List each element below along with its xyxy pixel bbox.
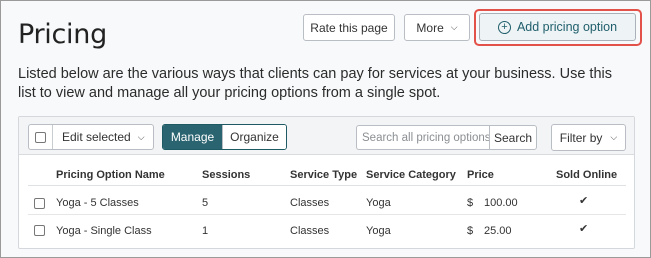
rate-page-label: Rate this page [310, 20, 388, 35]
row-currency: $ [467, 225, 474, 237]
row-service-type: Classes [290, 197, 330, 209]
row-name[interactable]: Yoga - Single Class [56, 225, 152, 237]
row-checkbox[interactable] [34, 198, 45, 209]
row-service-category: Yoga [366, 225, 391, 237]
checkmark-icon: ✔ [579, 223, 589, 235]
view-toggle: Manage Organize [162, 124, 287, 150]
column-header-service-category[interactable]: Service Category [366, 169, 456, 181]
page-frame: Pricing Rate this page More ⌵ + Add pric… [0, 0, 651, 258]
add-pricing-option-button[interactable]: + Add pricing option [479, 13, 636, 41]
row-price: 25.00 [484, 225, 512, 237]
chevron-down-icon: ⌵ [610, 132, 618, 142]
row-sessions: 5 [202, 197, 209, 209]
row-service-category: Yoga [366, 197, 391, 209]
chevron-down-icon: ⌵ [137, 131, 145, 142]
page-description: Listed below are the various ways that c… [18, 66, 612, 101]
more-label: More [416, 20, 444, 35]
chevron-down-icon: ⌵ [450, 22, 458, 32]
plus-circle-icon: + [497, 20, 511, 34]
select-all-cell[interactable] [29, 125, 53, 149]
rate-page-button[interactable]: Rate this page [303, 14, 395, 41]
filter-by-label: Filter by [559, 130, 603, 145]
row-currency: $ [467, 197, 474, 209]
header-divider [28, 185, 626, 186]
row-divider [28, 214, 626, 215]
checkmark-icon: ✔ [579, 195, 589, 207]
table-toolbar: Edit selected ⌵ Manage Organize Search F… [19, 117, 634, 155]
column-header-service-type[interactable]: Service Type [290, 169, 357, 181]
column-header-sold-online[interactable]: Sold Online [556, 169, 617, 181]
pricing-options-panel: Edit selected ⌵ Manage Organize Search F… [18, 116, 635, 249]
manage-tab[interactable]: Manage [163, 125, 222, 149]
column-header-name[interactable]: Pricing Option Name [56, 169, 165, 181]
row-checkbox[interactable] [34, 225, 45, 236]
search-input[interactable] [356, 125, 490, 150]
search-button[interactable]: Search [489, 125, 537, 150]
edit-selected-label: Edit selected [62, 130, 131, 144]
filter-by-button[interactable]: Filter by ⌵ [551, 124, 626, 151]
row-sessions: 1 [202, 225, 209, 237]
edit-selected-group: Edit selected ⌵ [28, 124, 154, 150]
page-title: Pricing [18, 19, 107, 50]
column-header-sessions[interactable]: Sessions [202, 169, 250, 181]
row-name[interactable]: Yoga - 5 Classes [56, 197, 139, 209]
row-service-type: Classes [290, 225, 330, 237]
edit-selected-button[interactable]: Edit selected ⌵ [53, 130, 153, 144]
add-pricing-option-label: Add pricing option [516, 20, 618, 34]
column-header-price[interactable]: Price [467, 169, 494, 181]
select-all-checkbox[interactable] [35, 131, 46, 143]
more-button[interactable]: More ⌵ [404, 14, 470, 41]
organize-tab[interactable]: Organize [222, 125, 286, 149]
row-price: 100.00 [484, 197, 518, 209]
